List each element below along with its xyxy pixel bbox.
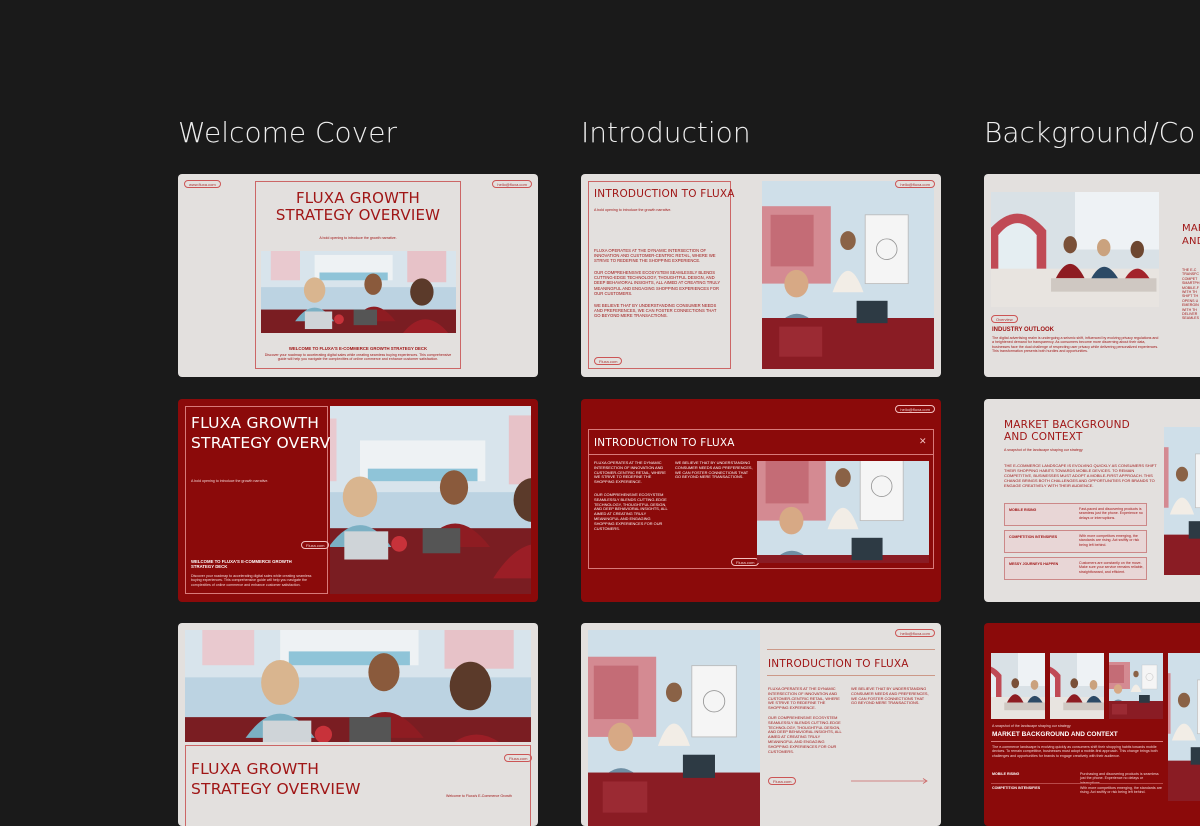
small-table-desc-2: With more competitors emerging, the stan…: [1080, 786, 1162, 795]
side-text-partial: THE E-C TRANSFC COMPET SMARTPH MOBILE-F …: [1182, 268, 1200, 321]
slide-market-background[interactable]: MARKET BACKGROUND AND CONTEXT A snapshot …: [984, 399, 1200, 602]
cover-title: FLUXA GROWTH STRATEGY OVERVIEW: [275, 189, 441, 225]
email-pill-intro-dark: hello@fluxa.com: [895, 405, 935, 413]
small-table-label-1: MOBILE RISING: [992, 772, 1020, 776]
intro-title-dark: INTRODUCTION TO FLUXA: [594, 437, 735, 449]
fluxa-pill-intro: Fluxa.com: [594, 357, 623, 365]
meeting-photo-dark: [330, 406, 531, 594]
presentation-photo-dark: [757, 461, 929, 563]
intro-dark-para2: OUR COMPREHENSIVE ECOSYSTEM SEAMLESSLY B…: [594, 492, 668, 531]
meeting-photo-wide: [185, 630, 531, 742]
table-row: MOBILE RISING Fast-paced and discovering…: [1004, 503, 1147, 526]
slide-intro-photo-left[interactable]: hello@fluxa.com INTRODUCTION TO FLUXA FL…: [581, 623, 941, 826]
market-photo-2: [1050, 653, 1104, 719]
fluxa-pill-2: Fluxa.com: [504, 754, 533, 762]
column-title-introduction: Introduction: [581, 116, 751, 149]
divider-top: [767, 649, 935, 650]
slide-market-dark[interactable]: A snapshot of the landscape shaping our …: [984, 623, 1200, 826]
email-pill: hello@fluxa.com: [492, 180, 532, 188]
intro-title: INTRODUCTION TO FLUXA: [594, 188, 735, 200]
slide-intro-dark[interactable]: hello@fluxa.com INTRODUCTION TO FLUXA ✕ …: [581, 399, 941, 602]
divider-dark: [991, 741, 1163, 742]
intro-dark-para3: WE BELIEVE THAT BY UNDERSTANDING CONSUME…: [675, 460, 753, 480]
table-row: MESSY JOURNEYS HAPPEN Customers are cons…: [1004, 557, 1147, 580]
close-icon[interactable]: ✕: [919, 436, 927, 447]
intro-para2: OUR COMPREHENSIVE ECOSYSTEM SEAMLESSLY B…: [594, 270, 721, 296]
intro-tagline: A bold opening to introduce the growth n…: [594, 208, 672, 212]
overview-pill: Overview: [991, 315, 1018, 323]
outlook-body: The digital advertising realm is undergo…: [992, 336, 1159, 354]
market-body: THE E-COMMERCE LANDSCAPE IS EVOLVING QUI…: [1004, 463, 1157, 488]
intro-dark-para1: FLUXA OPERATES AT THE DYNAMIC INTERSECTI…: [594, 460, 666, 485]
market-title-partial: MARAND: [1182, 223, 1200, 247]
meeting-photo: [261, 251, 456, 333]
arch-office-photo: [991, 192, 1159, 307]
website-pill: www.fluxa.com: [184, 180, 221, 188]
intro-para3: WE BELIEVE THAT BY UNDERSTANDING CONSUME…: [594, 303, 717, 319]
market-sub-dark: A snapshot of the landscape shaping our …: [992, 724, 1071, 728]
fluxa-pill-intro-2: Fluxa.com: [768, 777, 797, 785]
footer-welcome: Welcome to Fluxa's E-Commerce Growth: [446, 794, 512, 798]
fluxa-pill: Fluxa.com: [301, 541, 330, 549]
market-title: MARKET BACKGROUND AND CONTEXT: [1004, 419, 1130, 444]
divider: [588, 454, 934, 455]
market-photo-3: [1109, 653, 1163, 719]
market-body-dark: The e-commerce landscape is evolving qui…: [992, 745, 1158, 758]
cover-title-bottom: FLUXA GROWTH STRATEGY OVERVIEW: [191, 760, 361, 798]
column-title-background: Background/Co: [984, 116, 1196, 149]
slide-cover-light[interactable]: www.fluxa.com hello@fluxa.com FLUXA GROW…: [178, 174, 538, 377]
market-title-dark: MARKET BACKGROUND AND CONTEXT: [992, 731, 1118, 738]
table-row: COMPETITION INTENSIFIES With more compet…: [1004, 530, 1147, 553]
welcome-heading-dark: WELCOME TO FLUXA'S E-COMMERCE GROWTH STRA…: [191, 559, 292, 570]
presentation-photo-left: [588, 630, 760, 826]
market-photo-partial: [1164, 427, 1200, 575]
divider-mid: [767, 675, 935, 676]
intro-title-2: INTRODUCTION TO FLUXA: [768, 658, 909, 670]
market-photo-1: [991, 653, 1045, 719]
email-pill-intro: hello@fluxa.com: [895, 180, 935, 188]
market-photo-4: [1168, 653, 1200, 801]
slide-cover-photo-top[interactable]: Fluxa.com FLUXA GROWTH STRATEGY OVERVIEW …: [178, 623, 538, 826]
email-pill-intro-2: hello@fluxa.com: [895, 629, 935, 637]
small-table-label-2: COMPETITION INTENSIFIES: [992, 786, 1041, 790]
intro-2-para1: FLUXA OPERATES AT THE DYNAMIC INTERSECTI…: [768, 686, 840, 711]
divider-dark-2: [991, 783, 1163, 784]
outlook-title: INDUSTRY OUTLOOK: [992, 327, 1055, 333]
tagline-dark: A bold opening to introduce the growth n…: [191, 479, 269, 483]
slide-intro-light[interactable]: INTRODUCTION TO FLUXA A bold opening to …: [581, 174, 941, 377]
slide-cover-dark[interactable]: FLUXA GROWTH STRATEGY OVERVIEW A bold ope…: [178, 399, 538, 602]
intro-2-para3: WE BELIEVE THAT BY UNDERSTANDING CONSUME…: [851, 686, 929, 706]
welcome-body-dark: Discover your roadmap to accelerating di…: [191, 574, 312, 587]
column-title-welcome-cover: Welcome Cover: [178, 116, 397, 149]
market-sub: A snapshot of the landscape shaping our …: [1004, 448, 1083, 452]
presentation-photo: [762, 181, 934, 369]
fluxa-pill-intro-dark: Fluxa.com: [731, 558, 760, 566]
intro-para1: FLUXA OPERATES AT THE DYNAMIC INTERSECTI…: [594, 248, 716, 264]
tagline: A bold opening to introduce the growth n…: [319, 236, 397, 240]
intro-2-para2: OUR COMPREHENSIVE ECOSYSTEM SEAMLESSLY B…: [768, 715, 842, 754]
slide-background-outlook[interactable]: Overview INDUSTRY OUTLOOK The digital ad…: [984, 174, 1200, 377]
welcome-body: Discover your roadmap to accelerating di…: [264, 353, 452, 362]
welcome-heading: WELCOME TO FLUXA'S E-COMMERCE GROWTH STR…: [288, 346, 428, 351]
arrow-right-icon: [851, 778, 928, 784]
